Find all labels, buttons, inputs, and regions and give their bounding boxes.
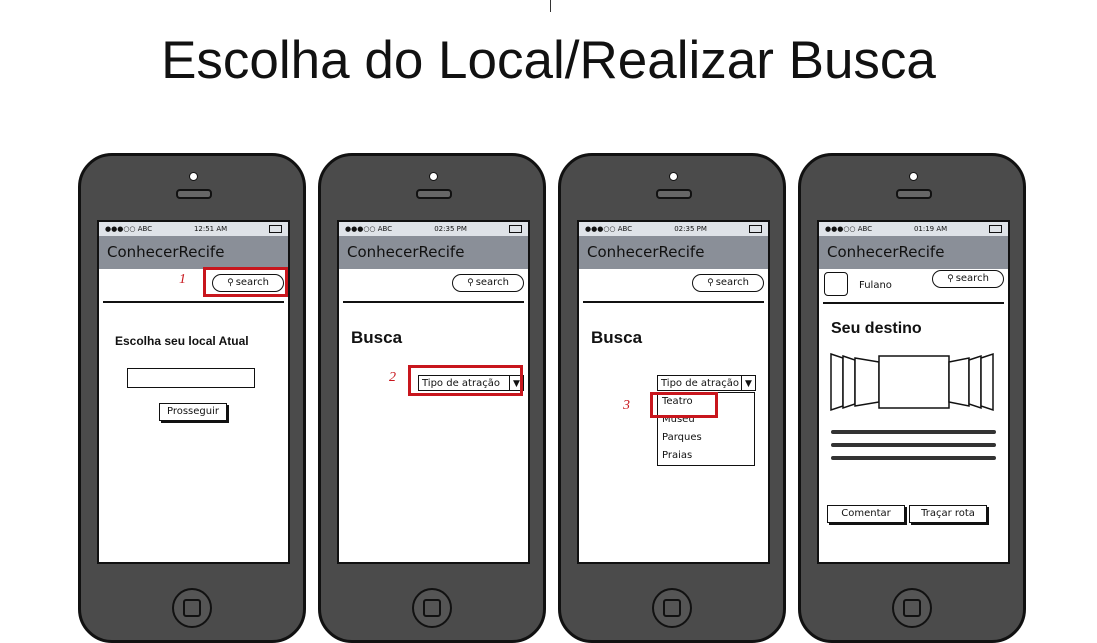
battery-icon (268, 225, 282, 233)
option-parques[interactable]: Parques (658, 429, 754, 447)
app-title: ConhecerRecife (99, 236, 288, 269)
status-bar: ●●●○○ ABC 02:35 PM (339, 222, 528, 236)
status-time: 12:51 AM (193, 225, 228, 233)
search-icon: ⚲ (707, 278, 714, 288)
camera-icon (189, 172, 198, 181)
image-carousel-icon[interactable] (829, 350, 997, 414)
step-number-1: 1 (179, 272, 186, 287)
chevron-down-icon: ▼ (741, 376, 755, 390)
search-icon: ⚲ (947, 274, 954, 284)
attraction-type-select[interactable]: Tipo de atração ▼ (657, 375, 756, 391)
search-placeholder: search (955, 273, 989, 284)
placeholder-text-line (831, 456, 996, 460)
step-number-2: 2 (389, 370, 396, 385)
divider (103, 301, 284, 303)
placeholder-text-line (831, 443, 996, 447)
select-value: Tipo de atração (661, 378, 739, 389)
search-placeholder: search (715, 277, 749, 288)
carrier-signal: ●●●○○ ABC (345, 225, 393, 233)
search-heading: Busca (591, 328, 643, 347)
placeholder-text-line (831, 430, 996, 434)
home-button[interactable] (892, 588, 932, 628)
comment-button[interactable]: Comentar (827, 505, 905, 523)
status-time: 01:19 AM (913, 225, 948, 233)
battery-icon (988, 225, 1002, 233)
divider (823, 302, 1004, 304)
carrier-signal: ●●●○○ ABC (585, 225, 633, 233)
status-bar: ●●●○○ ABC 01:19 AM (819, 222, 1008, 236)
proceed-button[interactable]: Prosseguir (159, 403, 227, 421)
highlight-select (408, 365, 523, 396)
speaker-icon (656, 189, 692, 199)
battery-icon (508, 225, 522, 233)
speaker-icon (176, 189, 212, 199)
phone-mockup-1: ●●●○○ ABC 12:51 AM ConhecerRecife ⚲ searc… (78, 153, 306, 643)
home-button[interactable] (412, 588, 452, 628)
phone-screen-4: ●●●○○ ABC 01:19 AM ConhecerRecife Fulano… (817, 220, 1010, 564)
camera-icon (429, 172, 438, 181)
speaker-icon (896, 189, 932, 199)
search-input[interactable]: ⚲ search (452, 274, 524, 292)
home-button[interactable] (172, 588, 212, 628)
app-title: ConhecerRecife (339, 236, 528, 269)
search-input[interactable]: ⚲ search (932, 270, 1004, 288)
search-placeholder: search (475, 277, 509, 288)
page-title: Escolha do Local/Realizar Busca (161, 31, 936, 90)
phone-mockup-2: ●●●○○ ABC 02:35 PM ConhecerRecife ⚲ searc… (318, 153, 546, 643)
app-title: ConhecerRecife (579, 236, 768, 269)
status-bar: ●●●○○ ABC 12:51 AM (99, 222, 288, 236)
trace-route-button[interactable]: Traçar rota (909, 505, 987, 523)
status-time: 02:35 PM (434, 225, 467, 233)
carrier-signal: ●●●○○ ABC (825, 225, 873, 233)
status-time: 02:35 PM (674, 225, 707, 233)
camera-icon (669, 172, 678, 181)
step-number-3: 3 (623, 398, 630, 413)
avatar (824, 272, 848, 296)
search-icon: ⚲ (467, 278, 474, 288)
highlight-option (650, 392, 718, 418)
home-button[interactable] (652, 588, 692, 628)
carrier-signal: ●●●○○ ABC (105, 225, 153, 233)
user-name: Fulano (859, 280, 892, 291)
page-tick-mark (550, 0, 551, 12)
destination-heading: Seu destino (831, 320, 922, 337)
highlight-search (203, 267, 288, 297)
location-prompt: Escolha seu local Atual (115, 334, 249, 348)
app-title: ConhecerRecife (819, 236, 1008, 269)
option-praias[interactable]: Praias (658, 447, 754, 465)
status-bar: ●●●○○ ABC 02:35 PM (579, 222, 768, 236)
speaker-icon (416, 189, 452, 199)
phone-mockup-4: ●●●○○ ABC 01:19 AM ConhecerRecife Fulano… (798, 153, 1026, 643)
battery-icon (748, 225, 762, 233)
location-input[interactable] (127, 368, 255, 388)
camera-icon (909, 172, 918, 181)
divider (583, 301, 764, 303)
divider (343, 301, 524, 303)
search-input[interactable]: ⚲ search (692, 274, 764, 292)
search-heading: Busca (351, 328, 403, 347)
